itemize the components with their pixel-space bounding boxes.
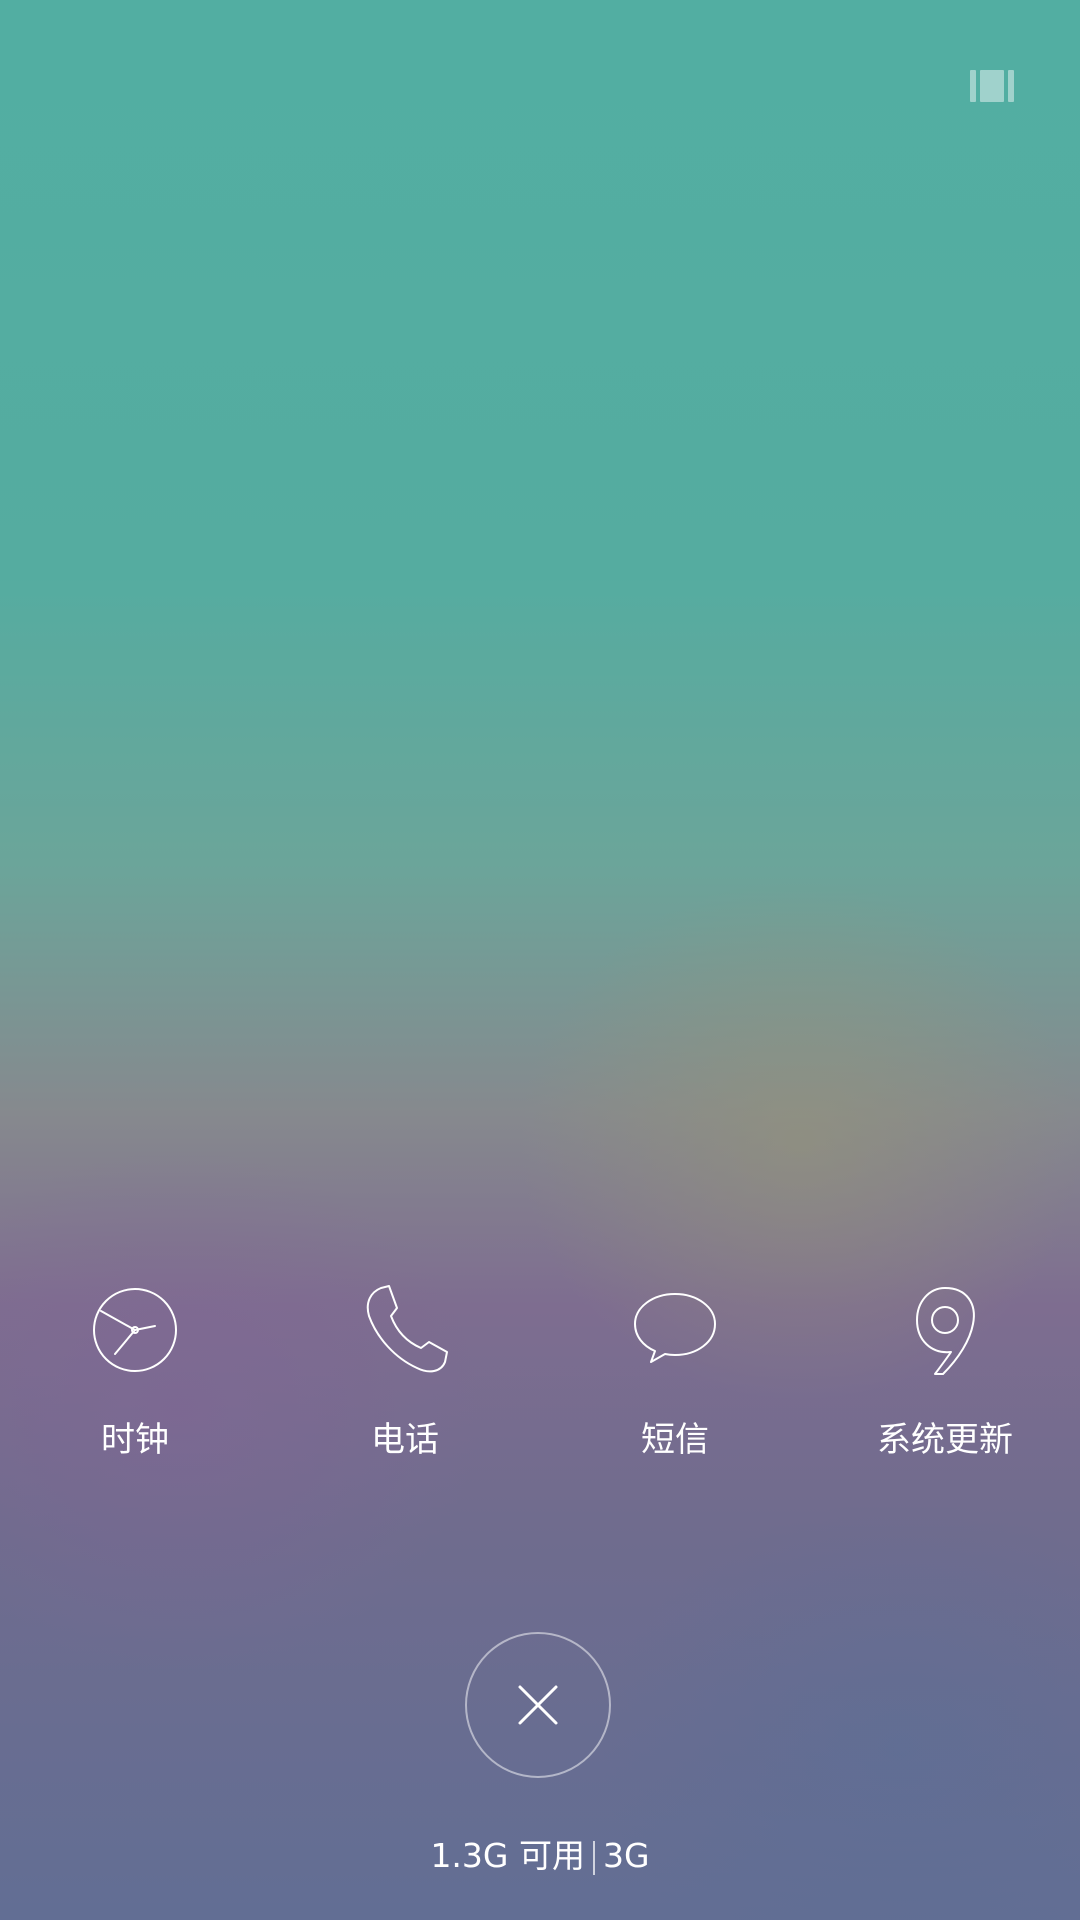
clock-icon bbox=[85, 1280, 185, 1380]
message-icon bbox=[625, 1280, 725, 1380]
app-label: 短信 bbox=[641, 1420, 709, 1460]
memory-separator bbox=[592, 1840, 595, 1875]
system-update-icon bbox=[895, 1280, 995, 1380]
recent-app-clock[interactable]: 时钟 bbox=[0, 1280, 270, 1480]
memory-total: 3G bbox=[602, 1836, 650, 1875]
recent-apps-row: 时钟 电话 短信 系统更新 bbox=[0, 1280, 1080, 1480]
app-label: 电话 bbox=[371, 1420, 439, 1460]
clear-all-button[interactable] bbox=[465, 1632, 611, 1778]
indicator-bar bbox=[980, 70, 1004, 102]
recent-apps-screen: 时钟 电话 短信 系统更新 1.3G 可用 3G bbox=[0, 0, 1080, 1920]
phone-icon bbox=[355, 1280, 455, 1380]
indicator-bar bbox=[1008, 70, 1014, 102]
close-icon bbox=[518, 1685, 558, 1725]
recent-app-messages[interactable]: 短信 bbox=[540, 1280, 810, 1480]
memory-status: 1.3G 可用 3G bbox=[0, 1834, 1080, 1878]
memory-indicator-icon[interactable] bbox=[970, 70, 1014, 102]
indicator-bar bbox=[970, 70, 976, 102]
recent-app-system-update[interactable]: 系统更新 bbox=[810, 1280, 1080, 1480]
memory-available: 1.3G 可用 bbox=[430, 1836, 585, 1875]
app-label: 时钟 bbox=[101, 1420, 169, 1460]
recent-app-phone[interactable]: 电话 bbox=[270, 1280, 540, 1480]
app-label: 系统更新 bbox=[877, 1420, 1013, 1460]
